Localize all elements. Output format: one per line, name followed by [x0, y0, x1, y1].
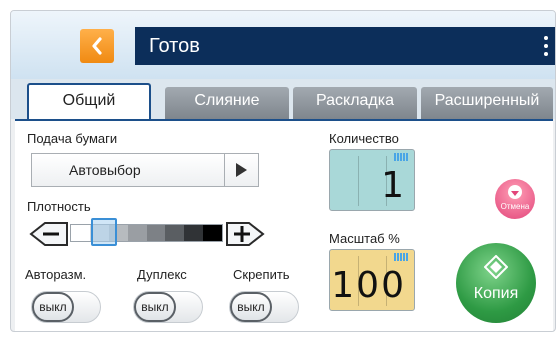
- cancel-button-label: Отмена: [500, 202, 530, 211]
- paper-feed-value: Автовыбор: [69, 162, 141, 178]
- tab-merge[interactable]: Слияние: [165, 87, 289, 119]
- auto-size-label: Авторазм.: [25, 267, 87, 282]
- play-arrow-icon[interactable]: [224, 154, 258, 186]
- auto-size-toggle[interactable]: выкл: [31, 291, 101, 323]
- quantity-display[interactable]: 1: [329, 149, 415, 211]
- back-button[interactable]: [80, 29, 114, 63]
- paper-feed-label: Подача бумаги: [27, 131, 118, 146]
- density-slider-handle[interactable]: [90, 218, 117, 246]
- status-bar: Готов: [135, 27, 555, 65]
- duplex-toggle-state: выкл: [134, 292, 176, 322]
- keyboard-icon: [394, 253, 408, 261]
- quantity-value: 1: [381, 165, 406, 206]
- tab-general[interactable]: Общий: [27, 83, 151, 119]
- tab-bar: Общий Слияние Раскладка Расширенный: [11, 79, 555, 119]
- scale-value: 100: [331, 265, 406, 306]
- status-title: Готов: [149, 35, 200, 57]
- tab-layout[interactable]: Раскладка: [293, 87, 417, 119]
- auto-size-toggle-state: выкл: [32, 292, 74, 322]
- duplex-label: Дуплекс: [137, 267, 187, 282]
- scale-display[interactable]: 100: [329, 249, 415, 311]
- cancel-button[interactable]: Отмена: [495, 179, 535, 219]
- start-diamond-icon: [484, 255, 508, 279]
- stop-icon: [508, 185, 522, 199]
- paper-feed-select[interactable]: Автовыбор: [31, 153, 259, 187]
- keyboard-icon: [394, 153, 408, 161]
- staple-toggle[interactable]: выкл: [229, 291, 299, 323]
- density-plus-icon[interactable]: [225, 221, 265, 247]
- general-settings-panel: Подача бумаги Автовыбор Плотность Автора…: [15, 119, 553, 331]
- staple-toggle-state: выкл: [230, 292, 272, 322]
- quantity-label: Количество: [329, 131, 399, 146]
- app-window: Готов Общий Слияние Раскладка Расширенны…: [10, 10, 556, 332]
- header: Готов: [11, 11, 555, 79]
- kebab-menu-icon[interactable]: [543, 36, 549, 56]
- tab-advanced[interactable]: Расширенный: [421, 87, 553, 119]
- duplex-toggle[interactable]: выкл: [133, 291, 203, 323]
- chevron-left-icon: [92, 37, 102, 55]
- scale-label: Масштаб %: [329, 231, 400, 246]
- staple-label: Скрепить: [233, 267, 290, 282]
- copy-button[interactable]: Копия: [456, 243, 536, 323]
- density-label: Плотность: [27, 199, 91, 214]
- density-minus-icon[interactable]: [29, 221, 69, 247]
- copy-button-label: Копия: [473, 285, 519, 302]
